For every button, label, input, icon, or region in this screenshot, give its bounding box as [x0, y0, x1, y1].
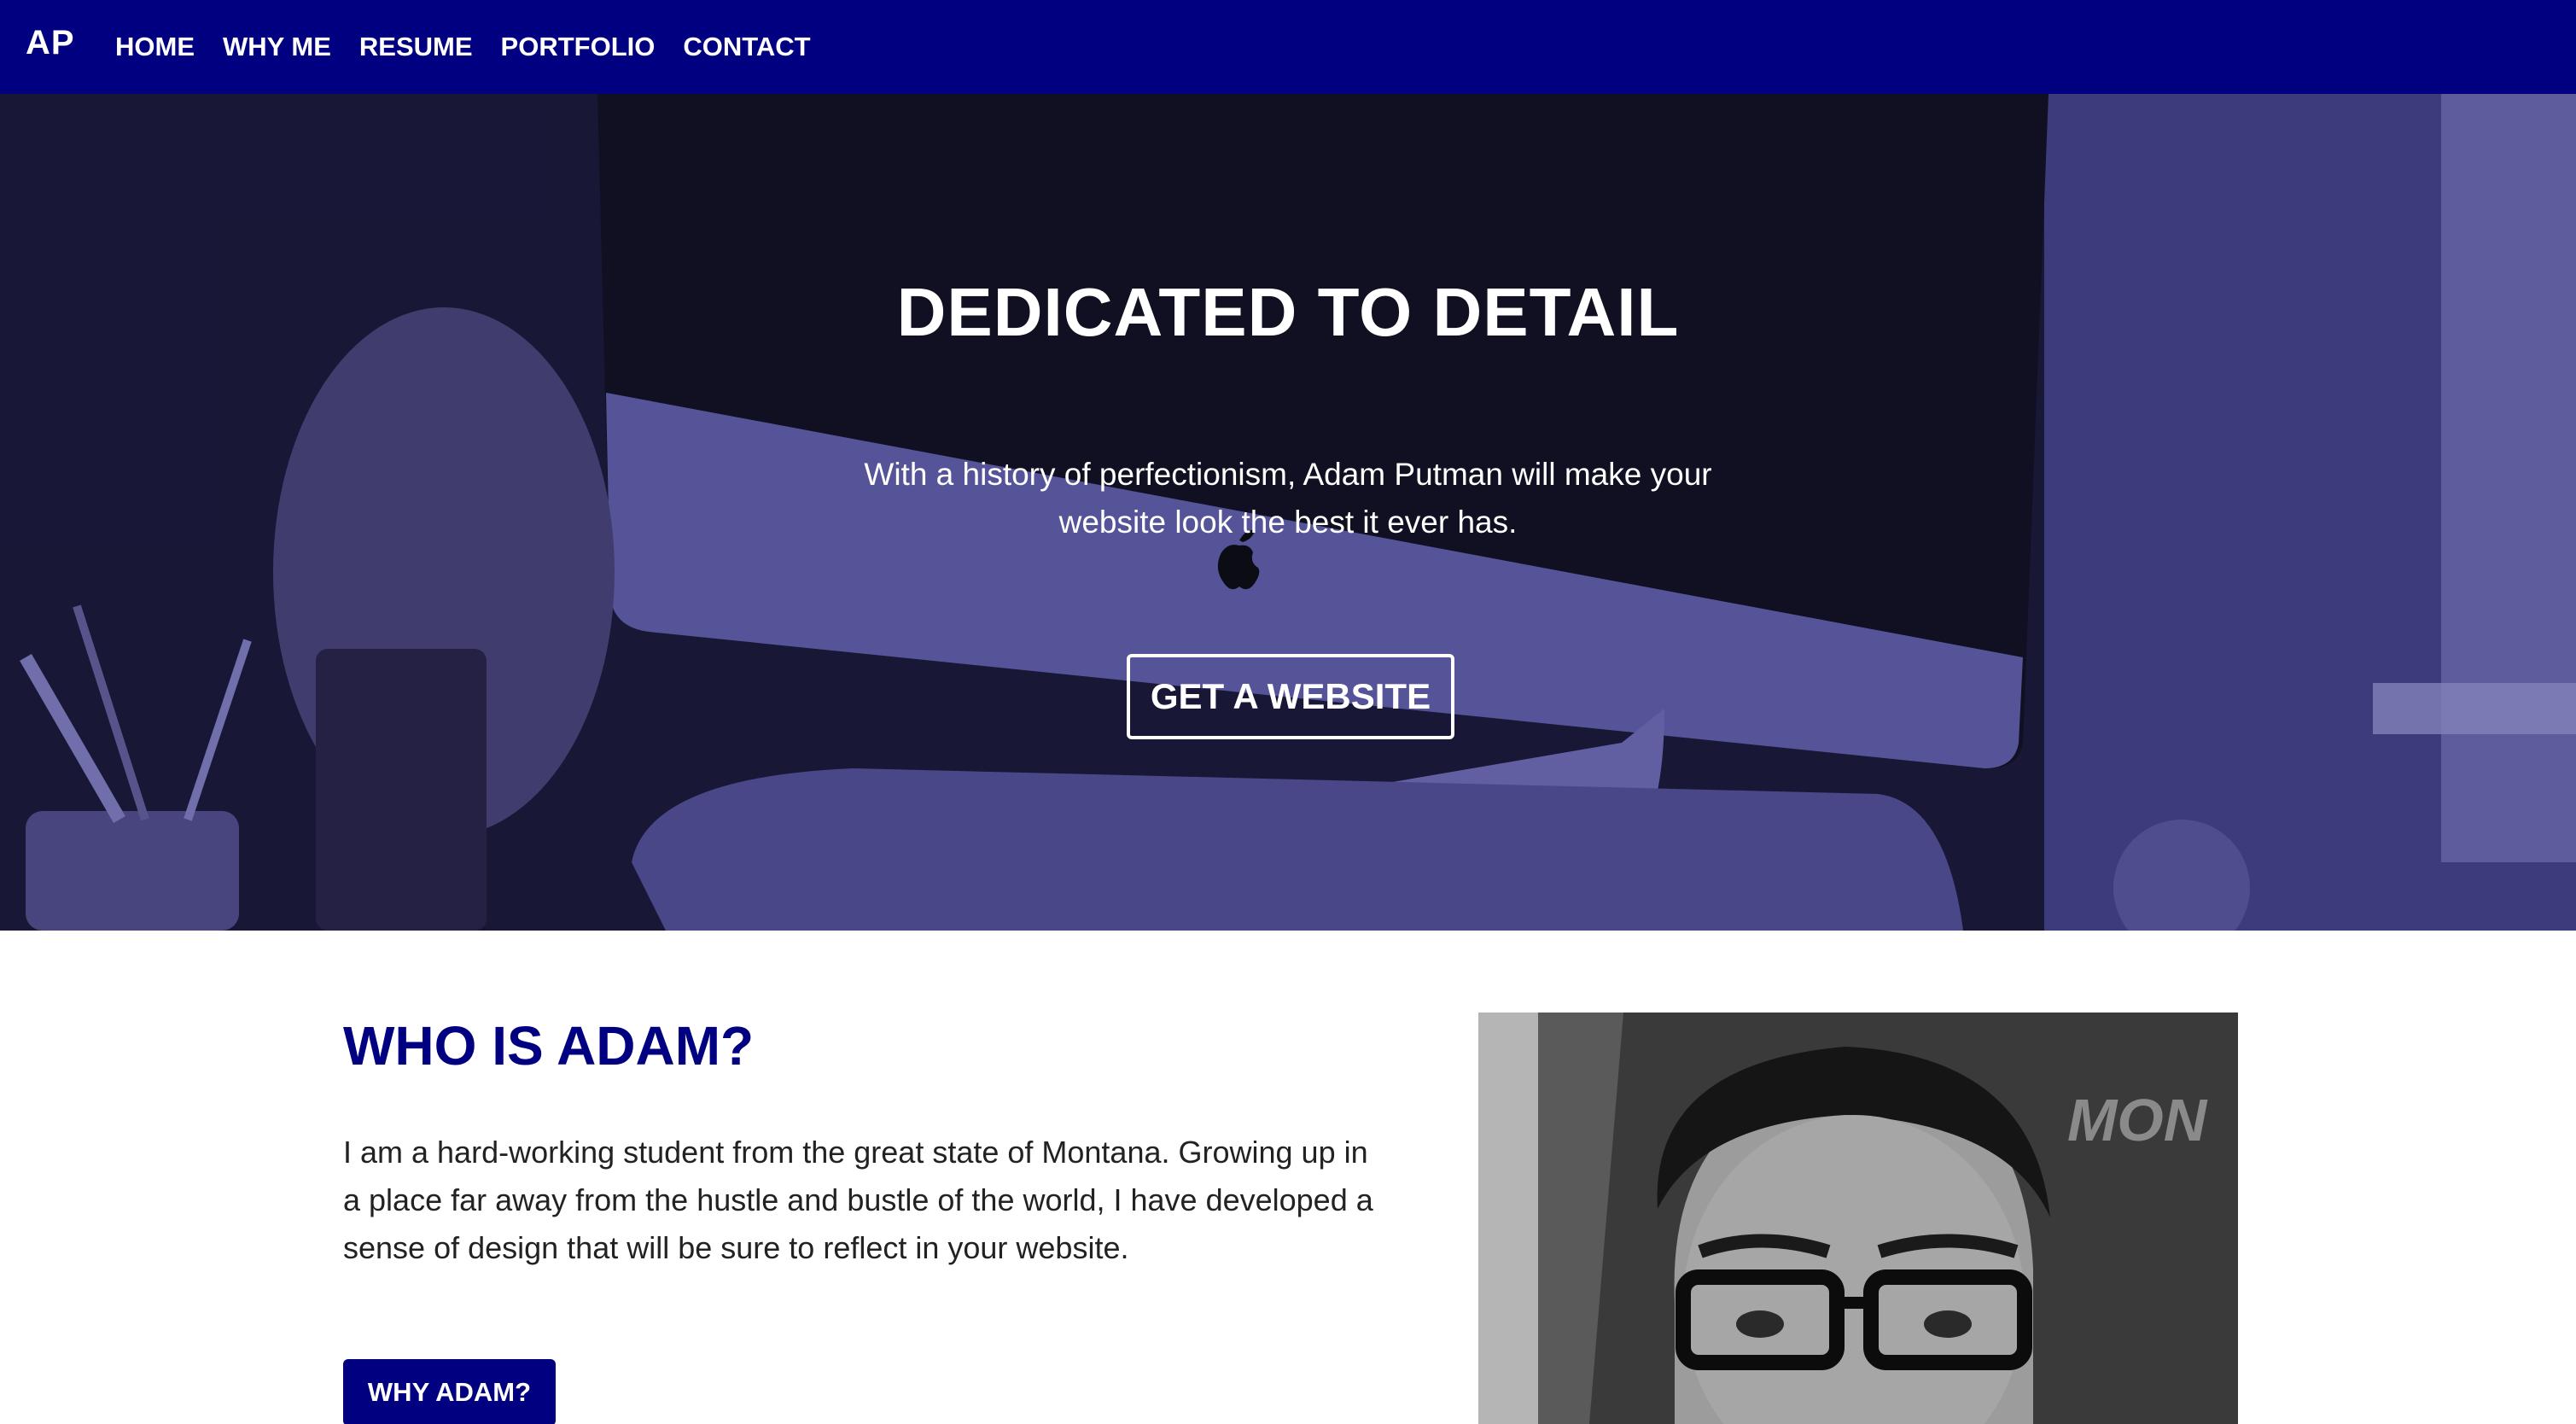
- hero-subtitle-line-2: website look the best it ever has.: [1058, 505, 1518, 540]
- get-a-website-button[interactable]: GET A WEBSITE: [1127, 654, 1454, 739]
- about-section: WHO IS ADAM? I am a hard-working student…: [0, 931, 2576, 1424]
- nav-link-home[interactable]: HOME: [115, 32, 195, 62]
- hero-title: DEDICATED TO DETAIL: [896, 274, 1680, 350]
- about-text-line-2: a place far away from the hustle and bus…: [343, 1182, 1373, 1217]
- about-text-line-3: sense of design that will be sure to ref…: [343, 1230, 1129, 1265]
- about-text-line-1: I am a hard-working student from the gre…: [343, 1135, 1368, 1170]
- adam-portrait-photo: MON: [1478, 1013, 2238, 1424]
- portrait-flag-text: MON: [2067, 1087, 2208, 1153]
- hero-subtitle: With a history of perfectionism, Adam Pu…: [848, 451, 1728, 546]
- nav-links: HOME WHY ME RESUME PORTFOLIO CONTACT: [115, 0, 811, 94]
- about-title: WHO IS ADAM?: [343, 1015, 755, 1077]
- hero-content: DEDICATED TO DETAIL With a history of pe…: [0, 94, 2576, 931]
- nav-link-why-me[interactable]: WHY ME: [223, 32, 331, 62]
- nav-link-contact[interactable]: CONTACT: [683, 32, 810, 62]
- nav-link-portfolio[interactable]: PORTFOLIO: [501, 32, 656, 62]
- hero-subtitle-line-1: With a history of perfectionism, Adam Pu…: [864, 457, 1712, 492]
- site-logo[interactable]: AP: [26, 24, 75, 62]
- nav-link-resume[interactable]: RESUME: [359, 32, 473, 62]
- why-adam-button[interactable]: WHY ADAM?: [343, 1359, 556, 1424]
- top-navbar: AP HOME WHY ME RESUME PORTFOLIO CONTACT: [0, 0, 2576, 94]
- hero-section: DEDICATED TO DETAIL With a history of pe…: [0, 94, 2576, 931]
- about-description: I am a hard-working student from the gre…: [343, 1129, 1427, 1272]
